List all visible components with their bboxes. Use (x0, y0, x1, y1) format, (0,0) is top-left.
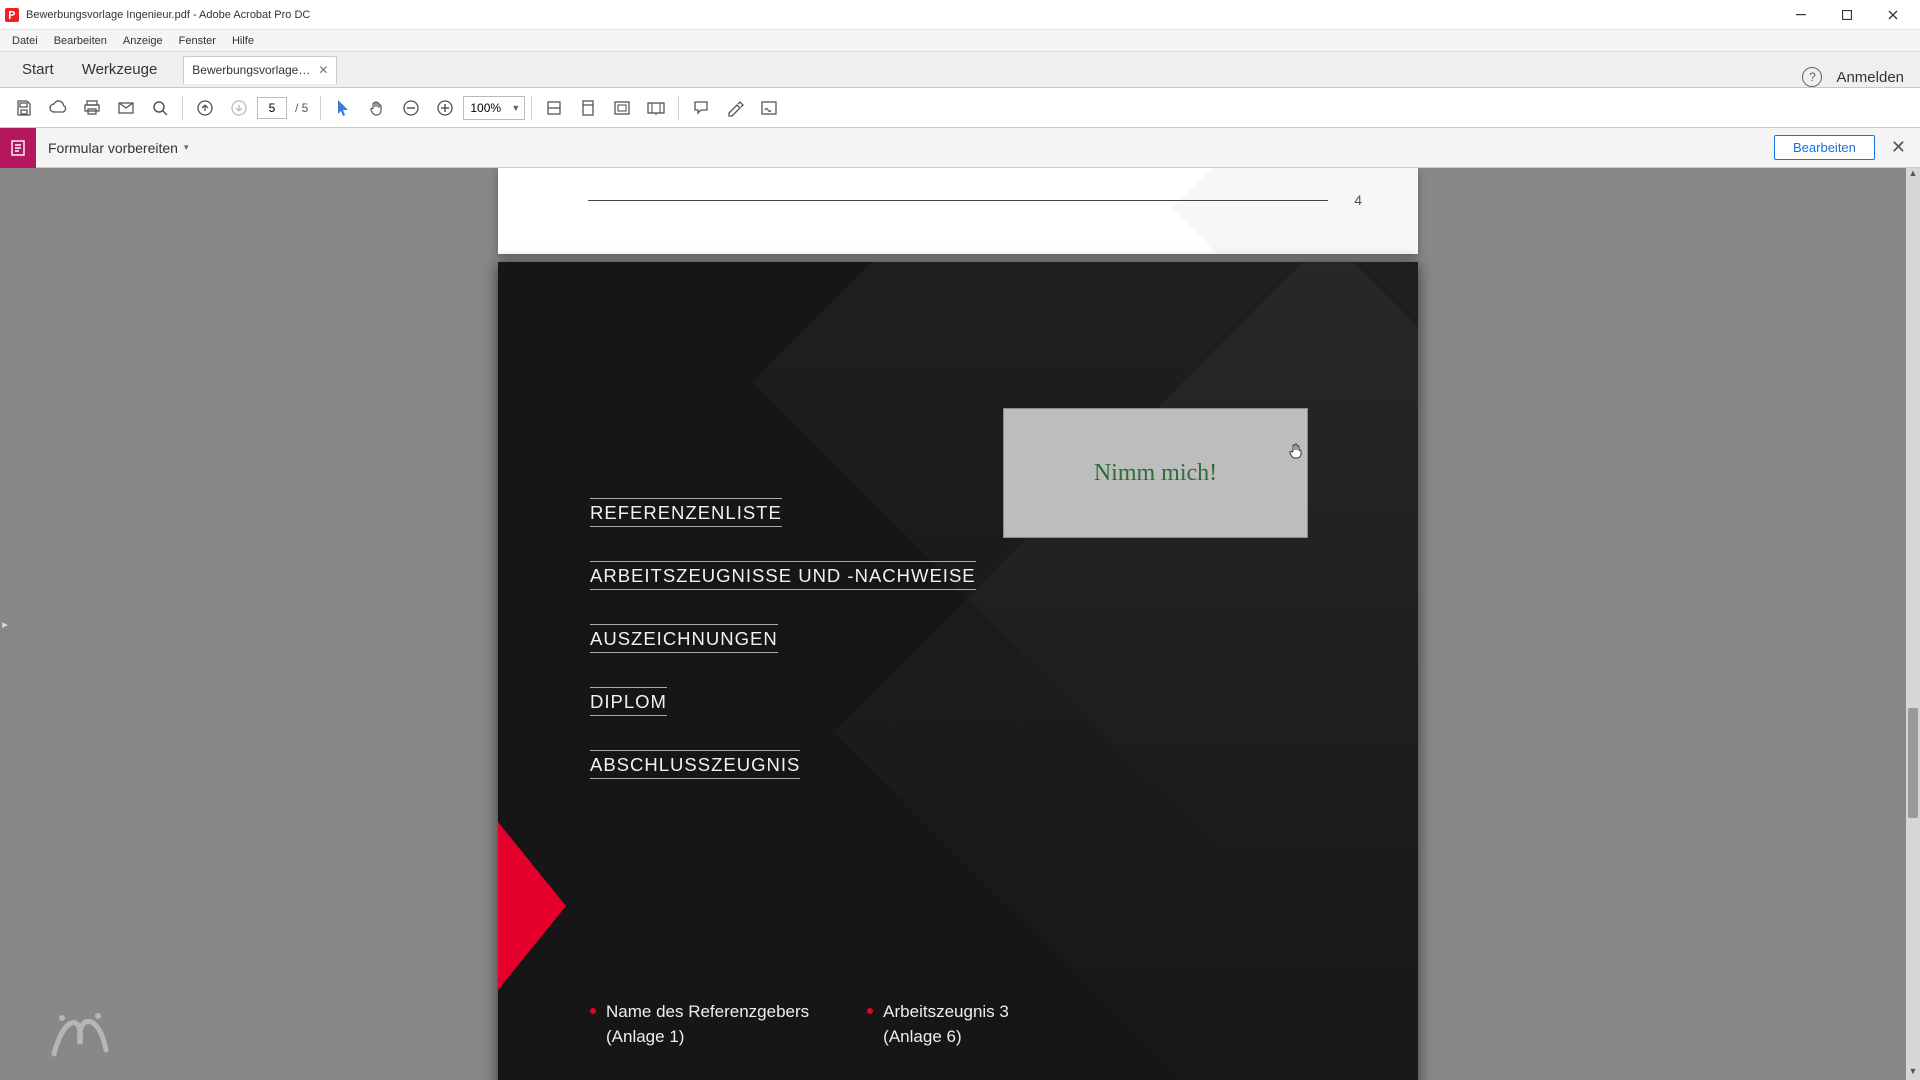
callout-label: Nimm mich! (1094, 460, 1217, 487)
menubar: Datei Bearbeiten Anzeige Fenster Hilfe (0, 30, 1920, 52)
bullet-icon (590, 1008, 596, 1014)
toolbar: / 5 100% ▼ (0, 88, 1920, 128)
red-arrow-decoration (498, 822, 566, 990)
bullet-col-left: Name des Referenzgebers (Anlage 1) (590, 1000, 809, 1049)
document-area: ▸ 4 Nimm mich! REFERENZENLISTE ARBEITSZE… (0, 168, 1920, 1080)
tab-document[interactable]: Bewerbungsvorlage… ✕ (183, 56, 337, 84)
zoom-out-icon[interactable] (395, 92, 427, 124)
tab-close-icon[interactable]: ✕ (318, 63, 328, 77)
mail-icon[interactable] (110, 92, 142, 124)
scroll-down-icon[interactable]: ▼ (1906, 1066, 1920, 1080)
previous-page-fragment: 4 (498, 168, 1418, 254)
titlebar: Bewerbungsvorlage Ingenieur.pdf - Adobe … (0, 0, 1920, 30)
form-subbar: Formular vorbereiten ▾ Bearbeiten ✕ (0, 128, 1920, 168)
document-viewport[interactable]: 4 Nimm mich! REFERENZENLISTE ARBEITSZEUG… (10, 168, 1906, 1080)
zoom-in-icon[interactable] (429, 92, 461, 124)
next-page-icon[interactable] (223, 92, 255, 124)
prev-page-number: 4 (1354, 192, 1362, 208)
page-number-input[interactable] (257, 97, 287, 119)
bullet-icon (867, 1008, 873, 1014)
save-icon[interactable] (8, 92, 40, 124)
section-list: REFERENZENLISTE ARBEITSZEUGNISSE UND -NA… (590, 498, 976, 779)
section-referenzenliste: REFERENZENLISTE (590, 498, 782, 527)
section-auszeichnungen: AUSZEICHNUNGEN (590, 624, 778, 653)
maximize-button[interactable] (1824, 0, 1870, 30)
tab-document-label: Bewerbungsvorlage… (192, 63, 310, 77)
zoom-value: 100% (470, 101, 501, 115)
page-display-icon[interactable] (606, 92, 638, 124)
list-item: Name des Referenzgebers (Anlage 1) (590, 1000, 809, 1049)
form-prepare-dropdown[interactable]: Formular vorbereiten ▾ (48, 140, 188, 156)
list-item: Arbeitszeugnis 3 (Anlage 6) (867, 1000, 1009, 1049)
section-abschlusszeugnis: ABSCHLUSSZEUGNIS (590, 750, 800, 779)
selection-tool-icon[interactable] (327, 92, 359, 124)
cloud-icon[interactable] (42, 92, 74, 124)
tab-start[interactable]: Start (8, 53, 68, 86)
menu-hilfe[interactable]: Hilfe (224, 33, 262, 49)
bullet-left-line2: (Anlage 1) (606, 1027, 684, 1046)
menu-anzeige[interactable]: Anzeige (115, 33, 171, 49)
print-icon[interactable] (76, 92, 108, 124)
hand-tool-icon[interactable] (361, 92, 393, 124)
vertical-scrollbar[interactable]: ▲ ▼ (1906, 168, 1920, 1080)
section-diplom: DIPLOM (590, 687, 667, 716)
scrollbar-thumb[interactable] (1908, 708, 1918, 818)
minimize-button[interactable] (1778, 0, 1824, 30)
chevron-down-icon: ▼ (511, 103, 524, 113)
watermark-icon (44, 1004, 116, 1064)
signin-link[interactable]: Anmelden (1836, 69, 1904, 86)
prev-page-icon[interactable] (189, 92, 221, 124)
bullet-right-line1: Arbeitszeugnis 3 (883, 1002, 1009, 1021)
bullet-columns: Name des Referenzgebers (Anlage 1) Arbei… (590, 1000, 1009, 1049)
fit-width-icon[interactable] (538, 92, 570, 124)
signature-icon[interactable] (753, 92, 785, 124)
bullet-left-line1: Name des Referenzgebers (606, 1002, 809, 1021)
acrobat-icon (4, 7, 20, 23)
close-subbar-icon[interactable]: ✕ (1887, 133, 1910, 162)
page-total-label: / 5 (289, 101, 314, 115)
menu-fenster[interactable]: Fenster (171, 33, 224, 49)
help-icon[interactable]: ? (1802, 67, 1822, 87)
fit-page-icon[interactable] (572, 92, 604, 124)
callout-button[interactable]: Nimm mich! (1003, 408, 1308, 538)
chevron-down-icon: ▾ (184, 142, 189, 153)
search-icon[interactable] (144, 92, 176, 124)
form-prepare-icon[interactable] (0, 128, 36, 168)
panel-expand-handle[interactable]: ▸ (0, 594, 10, 654)
section-arbeitszeugnisse: ARBEITSZEUGNISSE UND -NACHWEISE (590, 561, 976, 590)
form-prepare-label: Formular vorbereiten (48, 140, 178, 156)
menu-bearbeiten[interactable]: Bearbeiten (46, 33, 115, 49)
tab-tools[interactable]: Werkzeuge (68, 53, 172, 86)
tabs-row: Start Werkzeuge Bewerbungsvorlage… ✕ ? A… (0, 52, 1920, 88)
current-page: Nimm mich! REFERENZENLISTE ARBEITSZEUGNI… (498, 262, 1418, 1080)
window-title: Bewerbungsvorlage Ingenieur.pdf - Adobe … (26, 9, 1778, 21)
zoom-select[interactable]: 100% ▼ (463, 96, 525, 120)
read-mode-icon[interactable] (640, 92, 672, 124)
highlight-icon[interactable] (719, 92, 751, 124)
comment-icon[interactable] (685, 92, 717, 124)
bullet-right-line2: (Anlage 6) (883, 1027, 961, 1046)
window-controls (1778, 0, 1916, 30)
bullet-col-right: Arbeitszeugnis 3 (Anlage 6) (867, 1000, 1009, 1049)
edit-button[interactable]: Bearbeiten (1774, 135, 1875, 160)
menu-datei[interactable]: Datei (4, 33, 46, 49)
scroll-up-icon[interactable]: ▲ (1906, 168, 1920, 182)
close-button[interactable] (1870, 0, 1916, 30)
